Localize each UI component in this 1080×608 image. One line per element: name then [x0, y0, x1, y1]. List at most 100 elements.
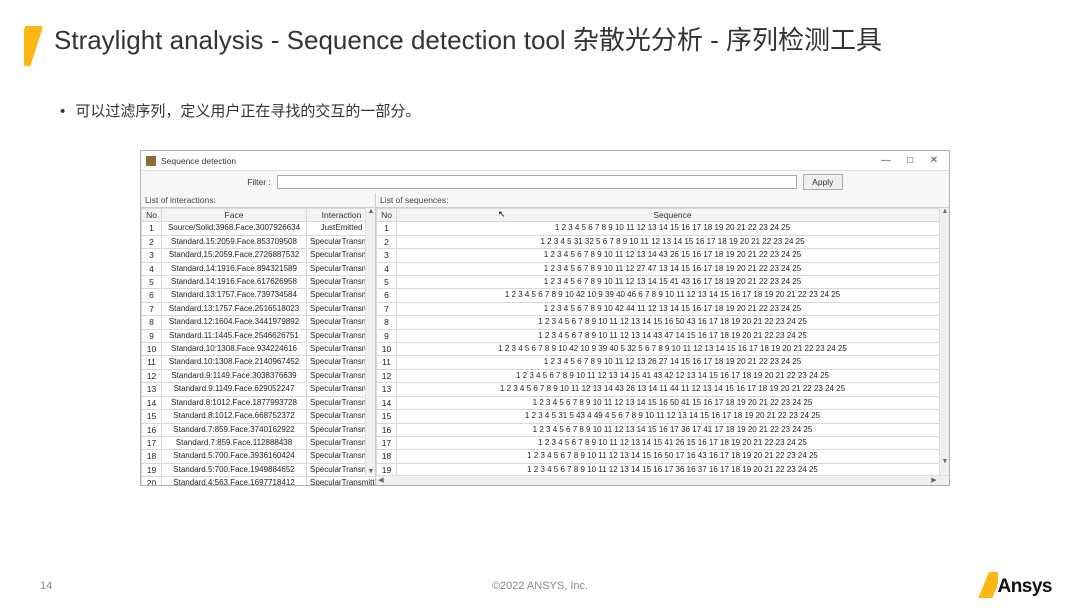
table-row[interactable]: 17Standard.7:859.Face.112888438SpecularT…: [142, 436, 376, 449]
cell-sequence: 1 2 3 4 5 6 7 8 9 10 42 44 11 12 13 14 1…: [397, 302, 949, 315]
ansys-logo: Ansys: [976, 572, 1052, 598]
table-row[interactable]: 13Standard.9:1149.Face.629052247Specular…: [142, 383, 376, 396]
table-row[interactable]: 141 2 3 4 5 6 7 8 9 10 11 12 13 14 15 16…: [377, 396, 949, 409]
table-row[interactable]: 18Standard.5:700.Face.3936160424Specular…: [142, 450, 376, 463]
table-row[interactable]: 61 2 3 4 5 6 7 8 9 10 42 10 9 39 40 46 6…: [377, 289, 949, 302]
cell-face: Standard.8:1012.Face.668752372: [162, 410, 307, 423]
cell-no: 9: [142, 329, 162, 342]
table-row[interactable]: 14Standard.8:1012.Face.1877993728Specula…: [142, 396, 376, 409]
table-row[interactable]: 6Standard.13:1757.Face.739734584Specular…: [142, 289, 376, 302]
table-row[interactable]: 181 2 3 4 5 6 7 8 9 10 11 12 13 14 15 16…: [377, 450, 949, 463]
cell-no: 10: [142, 343, 162, 356]
filter-input[interactable]: [277, 175, 797, 189]
scroll-up-icon[interactable]: ▲: [940, 208, 949, 215]
cell-no: 10: [377, 343, 397, 356]
table-row[interactable]: 21 2 3 4 5 31 32 5 6 7 8 9 10 11 12 13 1…: [377, 235, 949, 248]
cell-face: Standard.5:700.Face.3936160424: [162, 450, 307, 463]
cell-no: 3: [377, 249, 397, 262]
apply-button[interactable]: Apply: [803, 174, 843, 190]
cell-interaction: SpecularTransmitted: [307, 477, 376, 485]
table-row[interactable]: 11Standard.10:1308.Face.2140967452Specul…: [142, 356, 376, 369]
cell-no: 8: [142, 316, 162, 329]
sequences-scrollbar-h[interactable]: ◀ ▶: [376, 475, 949, 485]
window-titlebar[interactable]: Sequence detection — □ ✕: [141, 151, 949, 171]
col-header-seq-no[interactable]: No: [377, 209, 397, 222]
cell-no: 4: [377, 262, 397, 275]
sequences-scrollbar-v[interactable]: ▲ ▼: [939, 208, 949, 475]
table-row[interactable]: 4Standard.14:1916.Face.894321589Specular…: [142, 262, 376, 275]
table-row[interactable]: 161 2 3 4 5 6 7 8 9 10 11 12 13 14 15 16…: [377, 423, 949, 436]
table-row[interactable]: 15Standard.8:1012.Face.668752372Specular…: [142, 410, 376, 423]
table-row[interactable]: 11 2 3 4 5 6 7 8 9 10 11 12 13 14 15 16 …: [377, 222, 949, 235]
cell-no: 12: [377, 369, 397, 382]
cell-no: 7: [142, 302, 162, 315]
cell-no: 11: [377, 356, 397, 369]
cell-no: 7: [377, 302, 397, 315]
cell-no: 16: [377, 423, 397, 436]
table-row[interactable]: 9Standard.11:1445.Face.2546626751Specula…: [142, 329, 376, 342]
table-row[interactable]: 51 2 3 4 5 6 7 8 9 10 11 12 13 14 15 41 …: [377, 276, 949, 289]
cell-no: 18: [377, 450, 397, 463]
cell-face: Standard.15:2059.Face.853709508: [162, 235, 307, 248]
cell-no: 14: [377, 396, 397, 409]
table-row[interactable]: 12Standard.9:1149.Face.3038376639Specula…: [142, 369, 376, 382]
table-row[interactable]: 2Standard.15:2059.Face.853709508Specular…: [142, 235, 376, 248]
col-header-face[interactable]: Face: [162, 209, 307, 222]
cell-no: 5: [142, 276, 162, 289]
table-row[interactable]: 171 2 3 4 5 6 7 8 9 10 11 12 13 14 15 41…: [377, 436, 949, 449]
cell-no: 2: [142, 235, 162, 248]
interactions-scrollbar-v[interactable]: ▲ ▼: [365, 208, 375, 475]
cell-face: Standard.13:1757.Face.2516518023: [162, 302, 307, 315]
table-row[interactable]: 3Standard.15:2059.Face.2726887532Specula…: [142, 249, 376, 262]
cell-sequence: 1 2 3 4 5 6 7 8 9 10 42 10 9 39 40 46 6 …: [397, 289, 949, 302]
table-row[interactable]: 8Standard.12:1604.Face.3441979892Specula…: [142, 316, 376, 329]
table-row[interactable]: 121 2 3 4 5 6 7 8 9 10 11 12 13 14 15 41…: [377, 369, 949, 382]
table-row[interactable]: 5Standard.14:1916.Face.617626958Specular…: [142, 276, 376, 289]
cell-face: Standard.14:1916.Face.894321589: [162, 262, 307, 275]
cell-no: 19: [142, 463, 162, 476]
table-row[interactable]: 101 2 3 4 5 6 7 8 9 10 42 10 9 39 40 5 3…: [377, 343, 949, 356]
cell-sequence: 1 2 3 4 5 6 7 8 9 10 11 12 13 14 15 16 1…: [397, 222, 949, 235]
sequences-label: List of sequences:: [376, 193, 949, 207]
table-row[interactable]: 19Standard.5:700.Face.1949884652Specular…: [142, 463, 376, 476]
cell-no: 15: [377, 410, 397, 423]
table-row[interactable]: 16Standard.7:859.Face.3740162922Specular…: [142, 423, 376, 436]
table-row[interactable]: 7Standard.13:1757.Face.2516518023Specula…: [142, 302, 376, 315]
cell-sequence: 1 2 3 4 5 6 7 8 9 10 11 12 13 14 15 16 5…: [397, 396, 949, 409]
table-row[interactable]: 31 2 3 4 5 6 7 8 9 10 11 12 13 14 43 26 …: [377, 249, 949, 262]
table-row[interactable]: 131 2 3 4 5 6 7 8 9 10 11 12 13 14 43 26…: [377, 383, 949, 396]
cell-no: 1: [377, 222, 397, 235]
table-row[interactable]: 151 2 3 4 5 31 5 43 4 49 4 5 6 7 8 9 10 …: [377, 410, 949, 423]
col-header-sequence[interactable]: Sequence: [397, 209, 949, 222]
cell-no: 17: [142, 436, 162, 449]
table-row[interactable]: 20Standard.4:563.Face.1697718412Specular…: [142, 477, 376, 485]
table-row[interactable]: 10Standard.10:1308.Face.934224616Specula…: [142, 343, 376, 356]
cell-face: Standard.11:1445.Face.2546626751: [162, 329, 307, 342]
cell-face: Standard.8:1012.Face.1877993728: [162, 396, 307, 409]
cell-face: Standard.7:859.Face.3740162922: [162, 423, 307, 436]
cell-sequence: 1 2 3 4 5 6 7 8 9 10 11 12 13 14 43 26 1…: [397, 383, 949, 396]
scroll-left-icon[interactable]: ◀: [376, 476, 386, 484]
scroll-up-icon[interactable]: ▲: [366, 208, 375, 215]
scroll-down-icon[interactable]: ▼: [940, 458, 949, 465]
table-row[interactable]: 91 2 3 4 5 6 7 8 9 10 11 12 13 14 43 47 …: [377, 329, 949, 342]
minimize-button[interactable]: —: [875, 153, 897, 167]
maximize-button[interactable]: □: [899, 153, 921, 167]
table-row[interactable]: 111 2 3 4 5 6 7 8 9 10 11 12 13 26 27 14…: [377, 356, 949, 369]
col-header-no[interactable]: No: [142, 209, 162, 222]
sequences-pane: List of sequences: ↖ No Sequence 11 2 3 …: [376, 193, 949, 485]
title-accent: [24, 26, 42, 66]
close-button[interactable]: ✕: [923, 153, 945, 167]
table-row[interactable]: 71 2 3 4 5 6 7 8 9 10 42 44 11 12 13 14 …: [377, 302, 949, 315]
scroll-down-icon[interactable]: ▼: [366, 468, 375, 475]
cell-face: Standard.5:700.Face.1949884652: [162, 463, 307, 476]
filter-label: Filter :: [247, 177, 271, 187]
cell-no: 17: [377, 436, 397, 449]
table-row[interactable]: 81 2 3 4 5 6 7 8 9 10 11 12 13 14 15 16 …: [377, 316, 949, 329]
table-row[interactable]: 41 2 3 4 5 6 7 8 9 10 11 12 27 47 13 14 …: [377, 262, 949, 275]
cell-face: Standard.10:1308.Face.934224616: [162, 343, 307, 356]
table-row[interactable]: 1Source/Solid:3968.Face.3007926634JustEm…: [142, 222, 376, 235]
cell-sequence: 1 2 3 4 5 31 32 5 6 7 8 9 10 11 12 13 14…: [397, 235, 949, 248]
cell-sequence: 1 2 3 4 5 6 7 8 9 10 11 12 13 14 15 41 2…: [397, 436, 949, 449]
scroll-right-icon[interactable]: ▶: [929, 476, 939, 484]
